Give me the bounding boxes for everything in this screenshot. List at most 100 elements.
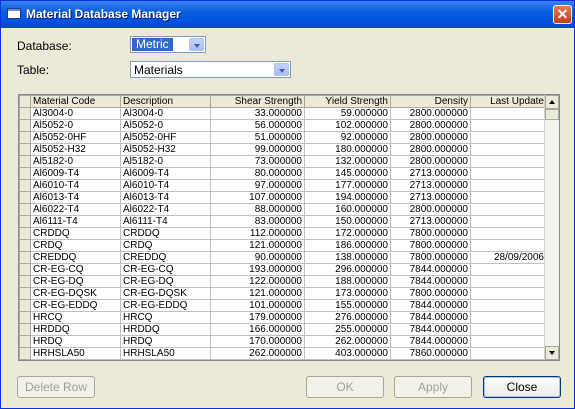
- table-cell[interactable]: 51.000000: [210, 131, 305, 144]
- table-cell[interactable]: 193.000000: [210, 263, 305, 276]
- table-cell[interactable]: 2713.000000: [390, 167, 471, 180]
- table-row[interactable]: Al5052-0 Al5052-0 56.000000 102.000000 2800.…: [19, 119, 547, 132]
- table-select[interactable]: Materials: [130, 61, 291, 78]
- table-row[interactable]: Al3004-0 Al3004-0 33.000000 59.000000 2800.0…: [19, 107, 547, 120]
- row-header[interactable]: [19, 287, 31, 300]
- table-row[interactable]: CR-EG-DQ CR-EG-DQ 122.000000 188.000000 7844…: [19, 275, 547, 288]
- table-cell[interactable]: [470, 347, 547, 360]
- table-cell[interactable]: CRDDQ: [30, 227, 121, 240]
- column-header[interactable]: Description: [120, 95, 211, 108]
- table-cell[interactable]: 7844.000000: [390, 311, 471, 324]
- table-cell[interactable]: [470, 119, 547, 132]
- table-cell[interactable]: CR-EG-CQ: [120, 263, 211, 276]
- title-bar[interactable]: Material Database Manager ✕: [1, 1, 574, 28]
- table-cell[interactable]: Al5052-0: [30, 119, 121, 132]
- table-cell[interactable]: [470, 287, 547, 300]
- table-cell[interactable]: 150.000000: [304, 215, 391, 228]
- row-header[interactable]: [19, 347, 31, 360]
- table-cell[interactable]: 255.000000: [304, 323, 391, 336]
- row-header[interactable]: [19, 203, 31, 216]
- table-cell[interactable]: Al5052-0: [120, 119, 211, 132]
- scroll-thumb[interactable]: [545, 109, 559, 120]
- table-cell[interactable]: Al6111-T4: [120, 215, 211, 228]
- table-cell[interactable]: [470, 179, 547, 192]
- table-cell[interactable]: 186.000000: [304, 239, 391, 252]
- table-cell[interactable]: 90.000000: [210, 251, 305, 264]
- table-cell[interactable]: 7800.000000: [390, 239, 471, 252]
- table-cell[interactable]: 145.000000: [304, 167, 391, 180]
- table-cell[interactable]: Al6010-T4: [120, 179, 211, 192]
- close-button[interactable]: Close: [483, 376, 561, 398]
- table-cell[interactable]: 102.000000: [304, 119, 391, 132]
- table-cell[interactable]: 7800.000000: [390, 251, 471, 264]
- apply-button[interactable]: Apply: [394, 376, 472, 398]
- table-cell[interactable]: CR-EG-DQSK: [30, 287, 121, 300]
- table-row[interactable]: Al6111-T4 Al6111-T4 83.000000 150.000000 271…: [19, 215, 547, 228]
- table-cell[interactable]: 80.000000: [210, 167, 305, 180]
- table-cell[interactable]: Al3004-0: [120, 107, 211, 120]
- row-header[interactable]: [19, 167, 31, 180]
- row-header[interactable]: [19, 263, 31, 276]
- table-cell[interactable]: HRHSLA50: [120, 347, 211, 360]
- row-header[interactable]: [19, 275, 31, 288]
- table-cell[interactable]: 33.000000: [210, 107, 305, 120]
- row-header[interactable]: [19, 155, 31, 168]
- table-cell[interactable]: 88.000000: [210, 203, 305, 216]
- table-cell[interactable]: 7844.000000: [390, 263, 471, 276]
- table-cell[interactable]: 83.000000: [210, 215, 305, 228]
- ok-button[interactable]: OK: [306, 376, 384, 398]
- table-row[interactable]: Al5182-0 Al5182-0 73.000000 132.000000 2800.…: [19, 155, 547, 168]
- table-cell[interactable]: Al6010-T4: [30, 179, 121, 192]
- table-cell[interactable]: 172.000000: [304, 227, 391, 240]
- database-select[interactable]: Metric: [130, 36, 206, 53]
- table-row[interactable]: CR-EG-DQSK CR-EG-DQSK 121.000000 173.000000…: [19, 287, 547, 300]
- table-cell[interactable]: HRDDQ: [120, 323, 211, 336]
- close-icon[interactable]: ✕: [553, 5, 572, 24]
- table-cell[interactable]: [470, 323, 547, 336]
- table-cell[interactable]: [470, 275, 547, 288]
- table-cell[interactable]: Al6013-T4: [120, 191, 211, 204]
- table-cell[interactable]: 56.000000: [210, 119, 305, 132]
- table-cell[interactable]: CR-EG-CQ: [30, 263, 121, 276]
- table-row[interactable]: HRHSLA50 HRHSLA50 262.000000 403.000000 7860…: [19, 347, 547, 360]
- table-cell[interactable]: 179.000000: [210, 311, 305, 324]
- table-row[interactable]: HRCQ HRCQ 179.000000 276.000000 7844.000000: [19, 311, 547, 324]
- table-cell[interactable]: 155.000000: [304, 299, 391, 312]
- table-cell[interactable]: [470, 215, 547, 228]
- table-cell[interactable]: 73.000000: [210, 155, 305, 168]
- table-cell[interactable]: Al5052-H32: [30, 143, 121, 156]
- table-cell[interactable]: 2800.000000: [390, 143, 471, 156]
- table-cell[interactable]: 7844.000000: [390, 275, 471, 288]
- table-cell[interactable]: Al6111-T4: [30, 215, 121, 228]
- table-cell[interactable]: [470, 311, 547, 324]
- table-cell[interactable]: Al5052-0HF: [30, 131, 121, 144]
- table-cell[interactable]: HRHSLA50: [30, 347, 121, 360]
- table-cell[interactable]: 138.000000: [304, 251, 391, 264]
- table-cell[interactable]: Al6009-T4: [30, 167, 121, 180]
- table-cell[interactable]: Al5182-0: [120, 155, 211, 168]
- table-row[interactable]: CREDDQ CREDDQ 90.000000 138.000000 7800.0000…: [19, 251, 547, 264]
- table-row[interactable]: Al6010-T4 Al6010-T4 97.000000 177.000000 271…: [19, 179, 547, 192]
- materials-grid[interactable]: Material Code Description Shear Strength…: [18, 94, 560, 361]
- table-cell[interactable]: 173.000000: [304, 287, 391, 300]
- table-cell[interactable]: 2800.000000: [390, 131, 471, 144]
- table-cell[interactable]: 276.000000: [304, 311, 391, 324]
- table-cell[interactable]: CREDDQ: [120, 251, 211, 264]
- table-cell[interactable]: Al5052-H32: [120, 143, 211, 156]
- row-header[interactable]: [19, 311, 31, 324]
- table-cell[interactable]: CR-EG-DQ: [30, 275, 121, 288]
- table-cell[interactable]: 7800.000000: [390, 287, 471, 300]
- table-cell[interactable]: Al6022-T4: [120, 203, 211, 216]
- table-cell[interactable]: 7860.000000: [390, 347, 471, 360]
- table-cell[interactable]: 97.000000: [210, 179, 305, 192]
- table-row[interactable]: CRDDQ CRDDQ 112.000000 172.000000 7800.00000…: [19, 227, 547, 240]
- table-cell[interactable]: 296.000000: [304, 263, 391, 276]
- table-row[interactable]: CRDQ CRDQ 121.000000 186.000000 7800.000000: [19, 239, 547, 252]
- table-cell[interactable]: [470, 143, 547, 156]
- table-cell[interactable]: 132.000000: [304, 155, 391, 168]
- table-row[interactable]: CR-EG-EDDQ CR-EG-EDDQ 101.000000 155.000000…: [19, 299, 547, 312]
- table-cell[interactable]: HRDDQ: [30, 323, 121, 336]
- table-cell[interactable]: Al5182-0: [30, 155, 121, 168]
- table-row[interactable]: Al6013-T4 Al6013-T4 107.000000 194.000000 27…: [19, 191, 547, 204]
- table-cell[interactable]: 194.000000: [304, 191, 391, 204]
